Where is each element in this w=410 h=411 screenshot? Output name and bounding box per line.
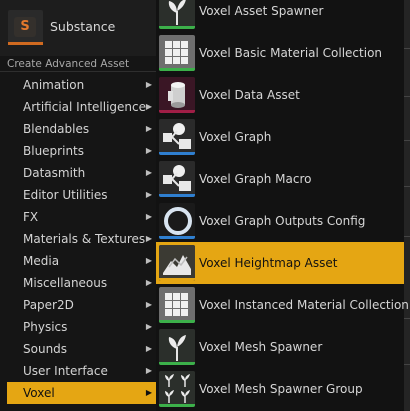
category-label: Blendables [23,122,90,136]
voxel-heightmap-asset-item[interactable]: Voxel Heightmap Asset [156,242,404,284]
plant-group-icon [159,371,195,407]
graph-nodes-icon [159,119,195,155]
category-label: FX [23,210,39,224]
submenu-arrow-icon: ▶ [145,344,152,353]
ring-icon [159,203,195,239]
asset-label: Voxel Asset Spawner [199,4,324,18]
asset-label: Voxel Mesh Spawner Group [199,382,363,396]
category-fx[interactable]: FX ▶ [0,206,156,228]
asset-label: Voxel Basic Material Collection [199,46,383,60]
create-advanced-asset-header: Create Advanced Asset [7,58,130,70]
graph-nodes-icon [159,161,195,197]
category-label: Voxel [23,386,55,400]
category-label: Artificial Intelligence [23,100,146,114]
asset-label: Voxel Instanced Material Collection [199,298,409,312]
voxel-graph-item[interactable]: Voxel Graph [156,116,404,158]
section-divider [0,71,156,72]
category-list: Animation ▶ Artificial Intelligence ▶ Bl… [0,74,156,404]
voxel-basic-material-collection-item[interactable]: Voxel Basic Material Collection [156,32,404,74]
category-label: Blueprints [23,144,85,158]
submenu-arrow-icon: ▶ [145,102,152,111]
category-label: Paper2D [23,298,74,312]
heightmap-icon [159,245,195,281]
category-media[interactable]: Media ▶ [0,250,156,272]
voxel-graph-macro-item[interactable]: Voxel Graph Macro [156,158,404,200]
category-label: Datasmith [23,166,86,180]
submenu-arrow-icon: ▶ [145,124,152,133]
category-datasmith[interactable]: Datasmith ▶ [0,162,156,184]
submenu-arrow-icon: ▶ [145,388,152,397]
category-editor-utilities[interactable]: Editor Utilities ▶ [0,184,156,206]
editor-background-right [404,0,410,411]
category-paper2d[interactable]: Paper2D ▶ [0,294,156,316]
substance-label: Substance [50,19,116,34]
category-miscellaneous[interactable]: Miscellaneous ▶ [0,272,156,294]
category-label: Physics [23,320,68,334]
voxel-mesh-spawner-item[interactable]: Voxel Mesh Spawner [156,326,404,368]
substance-menu-item[interactable]: S Substance [0,0,156,56]
material-grid-icon [159,35,195,71]
submenu-arrow-icon: ▶ [145,80,152,89]
asset-label: Voxel Graph Macro [199,172,312,186]
submenu-arrow-icon: ▶ [145,212,152,221]
category-user-interface[interactable]: User Interface ▶ [0,360,156,382]
data-cylinder-icon [159,77,195,113]
asset-label: Voxel Graph [199,130,272,144]
category-label: Media [23,254,60,268]
category-materials-textures[interactable]: Materials & Textures ▶ [0,228,156,250]
plant-sprout-icon [159,0,195,29]
asset-label: Voxel Mesh Spawner [199,340,323,354]
submenu-arrow-icon: ▶ [145,168,152,177]
category-label: Editor Utilities [23,188,108,202]
category-label: Animation [23,78,85,92]
voxel-data-asset-item[interactable]: Voxel Data Asset [156,74,404,116]
category-animation[interactable]: Animation ▶ [0,74,156,96]
category-artificial-intelligence[interactable]: Artificial Intelligence ▶ [0,96,156,118]
voxel-asset-list: Voxel Asset Spawner Voxel Basic Material… [156,0,409,410]
submenu-arrow-icon: ▶ [145,190,152,199]
submenu-arrow-icon: ▶ [145,146,152,155]
asset-label: Voxel Heightmap Asset [199,256,338,270]
category-physics[interactable]: Physics ▶ [0,316,156,338]
substance-s-icon: S [8,10,43,45]
category-label: User Interface [23,364,108,378]
category-sounds[interactable]: Sounds ▶ [0,338,156,360]
material-grid-icon [159,287,195,323]
asset-label: Voxel Data Asset [199,88,300,102]
category-voxel[interactable]: Voxel ▶ [7,382,156,404]
category-label: Materials & Textures [23,232,146,246]
voxel-asset-spawner-item[interactable]: Voxel Asset Spawner [156,0,404,32]
voxel-graph-outputs-config-item[interactable]: Voxel Graph Outputs Config [156,200,404,242]
voxel-submenu: Voxel Asset Spawner Voxel Basic Material… [156,0,409,411]
category-label: Sounds [23,342,68,356]
create-asset-menu: S Substance Create Advanced Asset Animat… [0,0,157,411]
category-label: Miscellaneous [23,276,108,290]
submenu-arrow-icon: ▶ [145,300,152,309]
submenu-arrow-icon: ▶ [145,366,152,375]
voxel-instanced-material-collection-item[interactable]: Voxel Instanced Material Collection [156,284,409,326]
category-blueprints[interactable]: Blueprints ▶ [0,140,156,162]
submenu-arrow-icon: ▶ [145,234,152,243]
submenu-arrow-icon: ▶ [145,278,152,287]
voxel-mesh-spawner-group-item[interactable]: Voxel Mesh Spawner Group [156,368,404,410]
category-blendables[interactable]: Blendables ▶ [0,118,156,140]
submenu-arrow-icon: ▶ [145,256,152,265]
asset-label: Voxel Graph Outputs Config [199,214,366,228]
plant-sprout-icon [159,329,195,365]
submenu-arrow-icon: ▶ [145,322,152,331]
